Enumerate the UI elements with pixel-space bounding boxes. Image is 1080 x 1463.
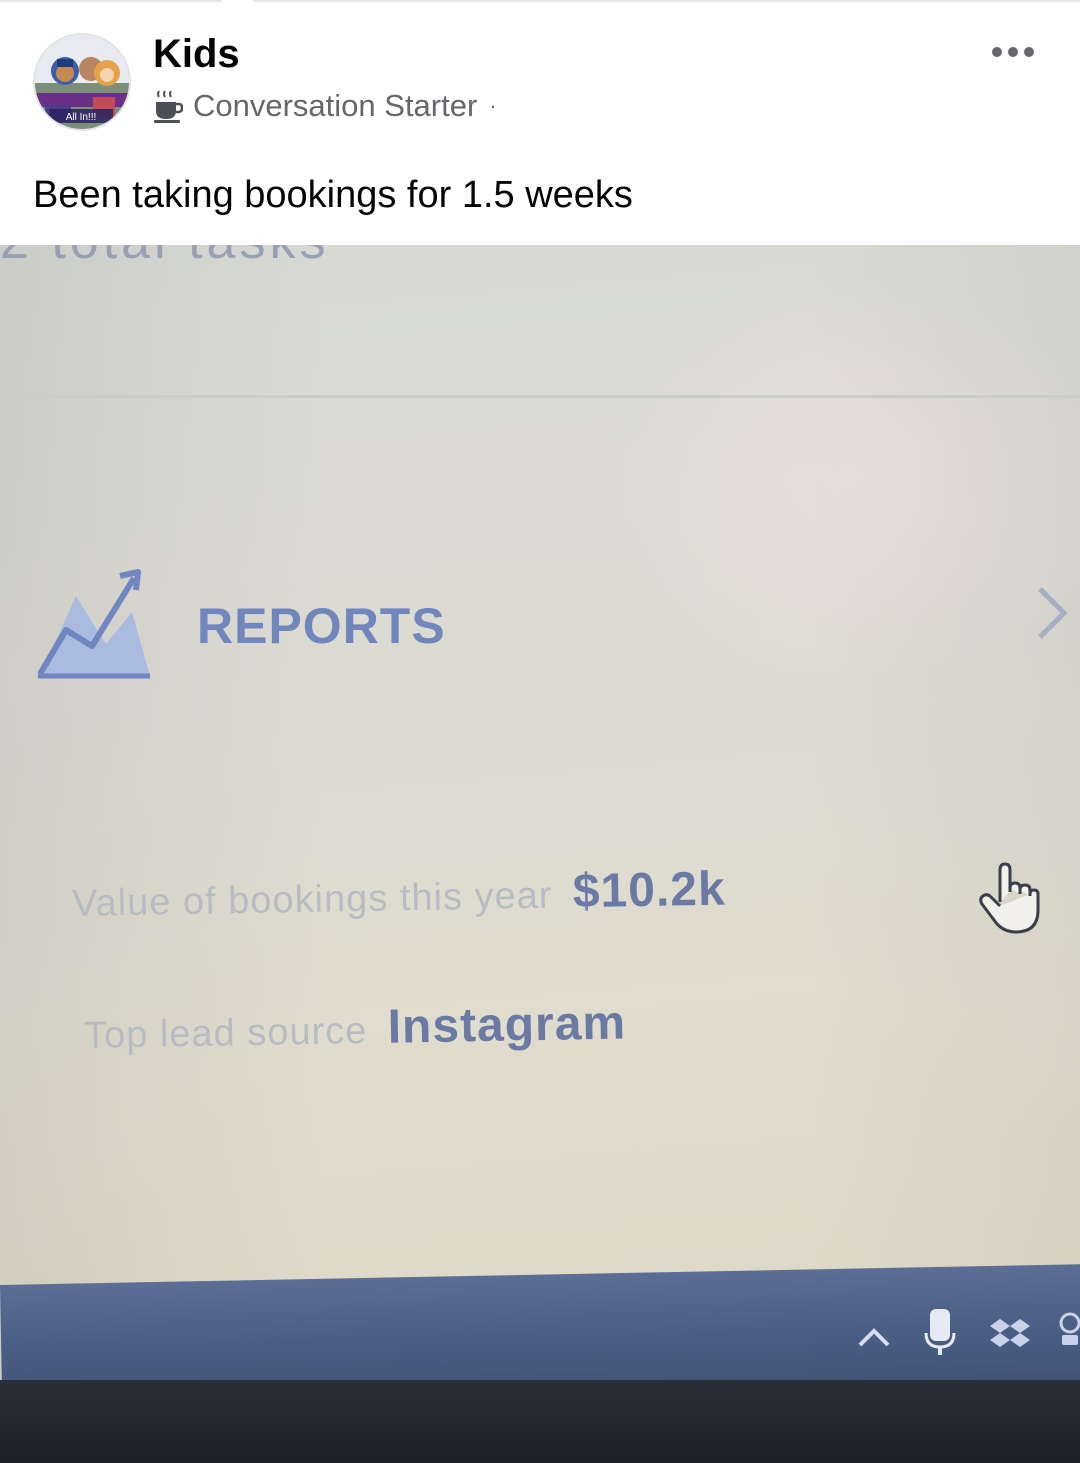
cut-off-heading: 2 total tasks	[0, 245, 329, 271]
badge-separator: ·	[489, 93, 497, 118]
tray-app-icon[interactable]	[1056, 1309, 1080, 1349]
stat-value: Instagram	[387, 996, 627, 1054]
dropbox-icon[interactable]	[990, 1313, 1030, 1353]
stat-label: Value of bookings this year	[71, 874, 553, 925]
coffee-cup-icon	[154, 90, 183, 123]
chevron-right-icon[interactable]	[1034, 583, 1070, 643]
reports-label[interactable]: REPORTS	[197, 597, 446, 655]
badge-label: Conversation Starter	[193, 88, 478, 123]
section-divider	[0, 395, 1080, 398]
trend-chart-icon	[37, 569, 150, 679]
monitor-bezel	[0, 1380, 1080, 1463]
chevron-up-icon[interactable]	[856, 1325, 892, 1349]
conversation-starter-badge: Conversation Starter ·	[153, 86, 497, 126]
more-options-icon	[992, 47, 1034, 57]
stat-value: $10.2k	[572, 862, 727, 919]
microphone-icon[interactable]	[922, 1307, 958, 1359]
stat-bookings-value: Value of bookings this year $10.2k	[72, 862, 727, 928]
stat-top-lead-source: Top lead source Instagram	[84, 996, 627, 1060]
post-body-text: Been taking bookings for 1.5 weeks	[33, 174, 633, 216]
hand-pointer-icon	[979, 862, 1040, 934]
more-options-button[interactable]	[985, 36, 1041, 68]
post-header: All In!!! Kids Conversation Starter · Be…	[0, 0, 1080, 245]
stat-label: Top lead source	[83, 1010, 368, 1057]
avatar-caption: All In!!!	[66, 112, 97, 123]
post-photo[interactable]: 2 total tasks REPORTS Value of bookings …	[0, 245, 1080, 1463]
group-avatar[interactable]: All In!!!	[33, 33, 131, 131]
avatar-mascots-image: All In!!!	[35, 35, 129, 129]
top-divider	[0, 0, 1080, 2]
group-name[interactable]: Kids	[153, 32, 240, 77]
